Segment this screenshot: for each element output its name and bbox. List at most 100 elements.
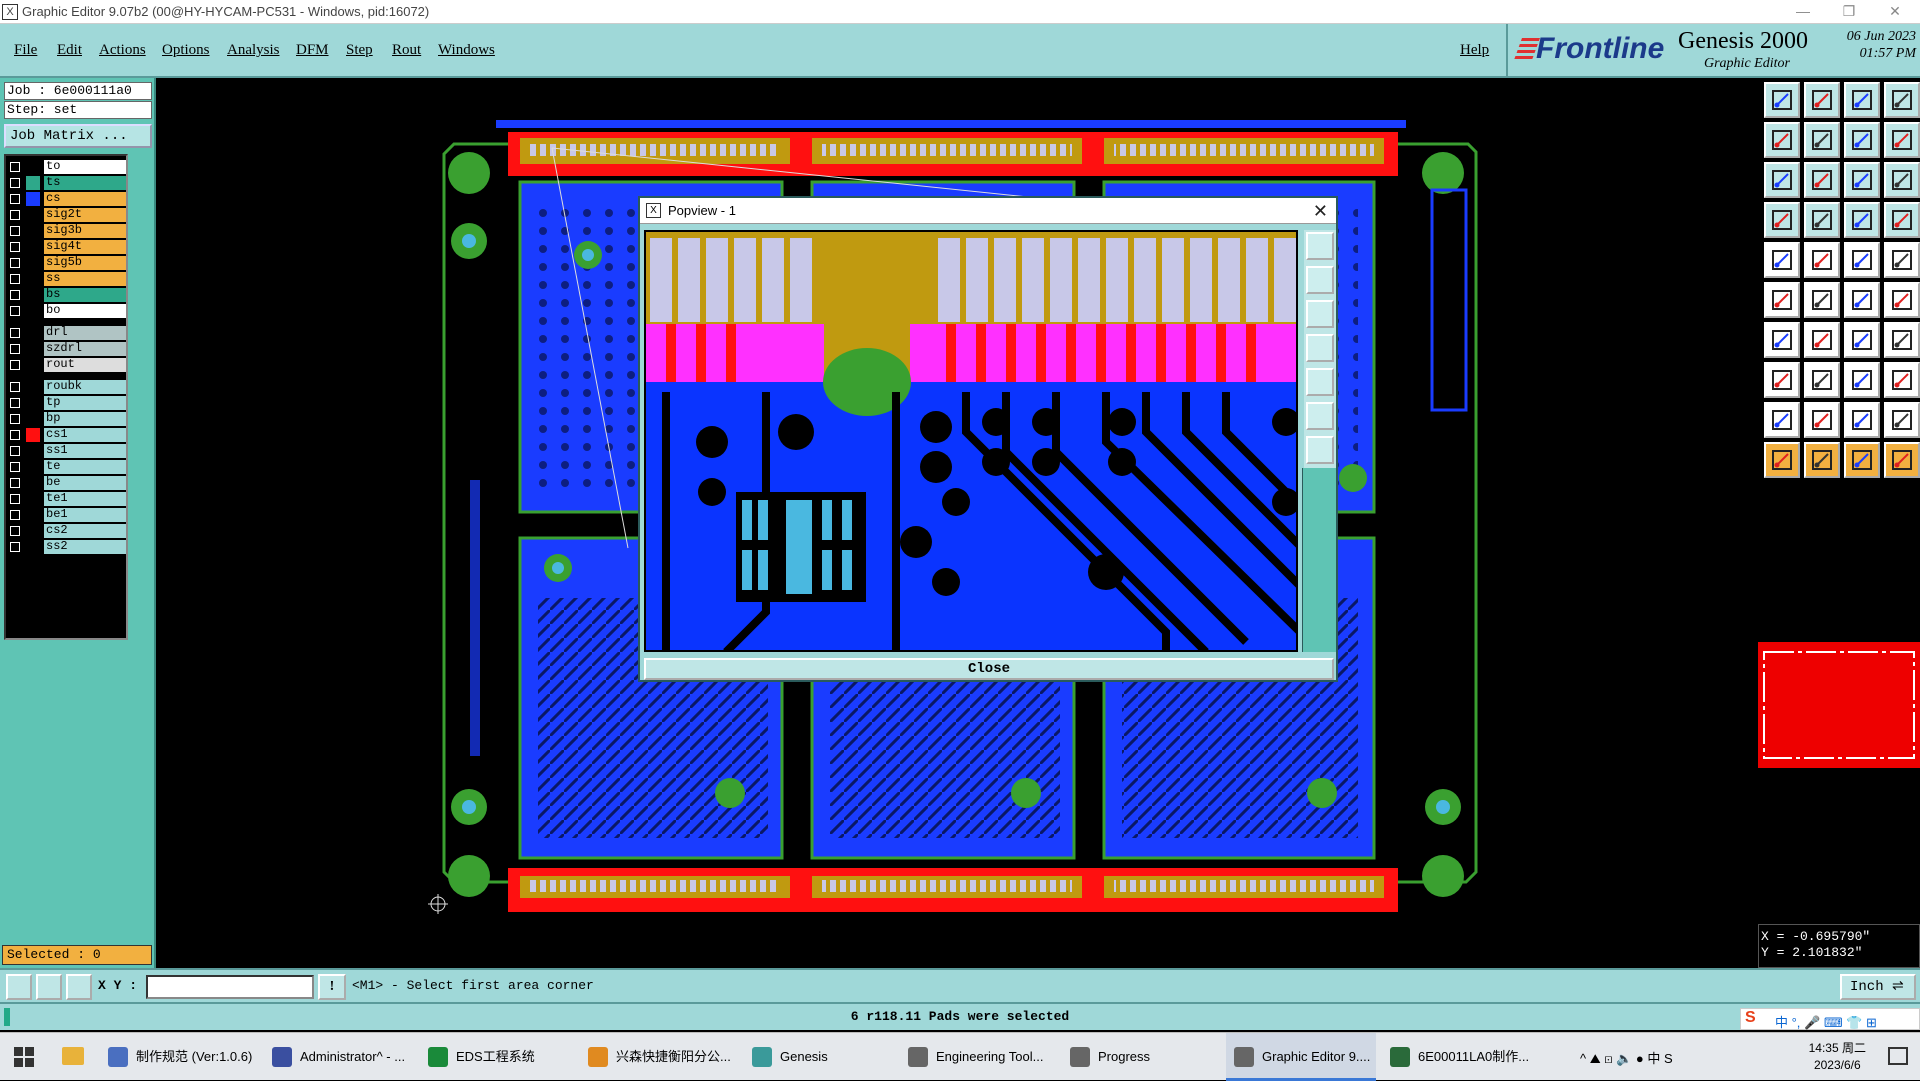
layer-name[interactable]: te xyxy=(44,460,126,474)
layer-name[interactable]: szdrl xyxy=(44,342,126,356)
pan-left-tool-icon[interactable] xyxy=(1764,122,1800,158)
layer-name[interactable]: cs2 xyxy=(44,524,126,538)
minimap-overview[interactable] xyxy=(1758,642,1920,768)
layer-name[interactable]: sig4t xyxy=(44,240,126,254)
layer-color-swatch[interactable] xyxy=(26,240,40,254)
menu-rout[interactable]: Rout xyxy=(392,42,421,59)
layer-name[interactable]: be1 xyxy=(44,508,126,522)
layer-name[interactable]: ts xyxy=(44,176,126,190)
popview-fit-button[interactable] xyxy=(1306,402,1334,430)
delete-tool-icon[interactable] xyxy=(1804,362,1840,398)
layer-checkbox[interactable] xyxy=(10,414,20,424)
fit-all-tool-icon[interactable] xyxy=(1764,162,1800,198)
layer-checkbox[interactable] xyxy=(10,462,20,472)
layer-checkbox[interactable] xyxy=(10,306,20,316)
flip-tool-icon[interactable] xyxy=(1884,322,1920,358)
layer-checkbox[interactable] xyxy=(10,242,20,252)
layer-row-te1[interactable]: te1 xyxy=(6,491,126,507)
layer-name[interactable]: be xyxy=(44,476,126,490)
layer-color-swatch[interactable] xyxy=(26,476,40,490)
xy-input[interactable] xyxy=(146,975,314,999)
layer-checkbox[interactable] xyxy=(10,510,20,520)
layer-row-cs2[interactable]: cs2 xyxy=(6,523,126,539)
popview-close-button[interactable]: Close xyxy=(644,658,1334,680)
minimize-button[interactable]: — xyxy=(1780,0,1826,24)
layer-color-swatch[interactable] xyxy=(26,342,40,356)
arrow-b-tool-icon[interactable] xyxy=(1844,402,1880,438)
arrow-a-tool-icon[interactable] xyxy=(1804,402,1840,438)
snap-mode-icon[interactable] xyxy=(6,974,32,1000)
layer-checkbox[interactable] xyxy=(10,446,20,456)
layer-checkbox[interactable] xyxy=(10,344,20,354)
copy-tool-icon[interactable] xyxy=(1764,362,1800,398)
prompt-info-icon[interactable]: ! xyxy=(318,974,346,1000)
help-tool-icon[interactable] xyxy=(1884,162,1920,198)
layer-name[interactable]: sig5b xyxy=(44,256,126,270)
layer-color-swatch[interactable] xyxy=(26,160,40,174)
layer-color-swatch[interactable] xyxy=(26,358,40,372)
start-icon[interactable] xyxy=(14,1047,34,1067)
taskbar-item[interactable]: Progress xyxy=(1062,1033,1220,1081)
rotate-tool-icon[interactable] xyxy=(1884,282,1920,318)
layer-name[interactable]: bp xyxy=(44,412,126,426)
taskbar-item[interactable]: 制作规范 (Ver:1.0.6) xyxy=(100,1033,258,1081)
route-tool-icon[interactable] xyxy=(1884,362,1920,398)
layer-checkbox[interactable] xyxy=(10,398,20,408)
taskbar-clock[interactable]: 14:35 周二 2023/6/6 xyxy=(1809,1040,1866,1074)
circle-tool-icon[interactable] xyxy=(1884,242,1920,278)
layer-row-ss[interactable]: ss xyxy=(6,271,126,287)
taskbar-item[interactable]: Genesis xyxy=(744,1033,894,1081)
layer-color-swatch[interactable] xyxy=(26,508,40,522)
popview-pan-left-button[interactable] xyxy=(1306,334,1334,362)
popview-center-button[interactable] xyxy=(1306,436,1334,464)
layer-color-swatch[interactable] xyxy=(26,176,40,190)
layer-color-swatch[interactable] xyxy=(26,208,40,222)
layer-checkbox[interactable] xyxy=(10,274,20,284)
angle-mode-icon[interactable] xyxy=(36,974,62,1000)
layer-color-swatch[interactable] xyxy=(26,288,40,302)
ruler-tool-icon[interactable] xyxy=(1844,242,1880,278)
layer-name[interactable]: tp xyxy=(44,396,126,410)
snap-tool-icon[interactable] xyxy=(1844,202,1880,238)
layer-color-swatch[interactable] xyxy=(26,412,40,426)
pan-right-tool-icon[interactable] xyxy=(1804,122,1840,158)
layer-row-ss2[interactable]: ss2 xyxy=(6,539,126,555)
layer-checkbox[interactable] xyxy=(10,194,20,204)
menu-edit[interactable]: Edit xyxy=(57,42,82,59)
layer-checkbox[interactable] xyxy=(10,494,20,504)
layer-color-swatch[interactable] xyxy=(26,192,40,206)
layer-color-swatch[interactable] xyxy=(26,224,40,238)
connect-tool-icon[interactable] xyxy=(1844,282,1880,318)
layer-color-swatch[interactable] xyxy=(26,428,40,442)
layer-color-swatch[interactable] xyxy=(26,524,40,538)
layer-color-swatch[interactable] xyxy=(26,460,40,474)
layer-name[interactable]: drl xyxy=(44,326,126,340)
notification-icon[interactable] xyxy=(1888,1047,1908,1065)
layer-row-roubk[interactable]: roubk xyxy=(6,379,126,395)
layout-tool-icon[interactable] xyxy=(1884,82,1920,118)
layer-row-cs[interactable]: cs xyxy=(6,191,126,207)
taskbar-item[interactable]: 6E00011LA0制作... xyxy=(1382,1033,1532,1081)
move-tool-icon[interactable] xyxy=(1804,282,1840,318)
taskbar-item[interactable]: Administrator^ - ... xyxy=(264,1033,414,1081)
popview-zoom-in-button[interactable] xyxy=(1306,232,1334,260)
layer-checkbox[interactable] xyxy=(10,226,20,236)
select-4-tool-icon[interactable] xyxy=(1884,442,1920,478)
layer-checkbox[interactable] xyxy=(10,328,20,338)
popview-zoom-out-button[interactable] xyxy=(1306,266,1334,294)
close-window-button[interactable]: ✕ xyxy=(1872,0,1918,24)
menu-file[interactable]: File xyxy=(14,42,37,59)
line-add-tool-icon[interactable] xyxy=(1764,322,1800,358)
layer-checkbox[interactable] xyxy=(10,542,20,552)
zoom-fit-tool-icon[interactable] xyxy=(1804,82,1840,118)
layer-row-szdrl[interactable]: szdrl xyxy=(6,341,126,357)
taskbar-item[interactable]: EDS工程系统 xyxy=(420,1033,574,1081)
layer-checkbox[interactable] xyxy=(10,210,20,220)
zoom-prev-tool-icon[interactable] xyxy=(1844,122,1880,158)
select-2-tool-icon[interactable] xyxy=(1804,442,1840,478)
snap-2-tool-icon[interactable] xyxy=(1884,202,1920,238)
scale-tool-icon[interactable] xyxy=(1844,162,1880,198)
layer-name[interactable]: to xyxy=(44,160,126,174)
job-matrix-button[interactable]: Job Matrix ... xyxy=(4,124,152,148)
taskbar-item[interactable]: Engineering Tool... xyxy=(900,1033,1056,1081)
